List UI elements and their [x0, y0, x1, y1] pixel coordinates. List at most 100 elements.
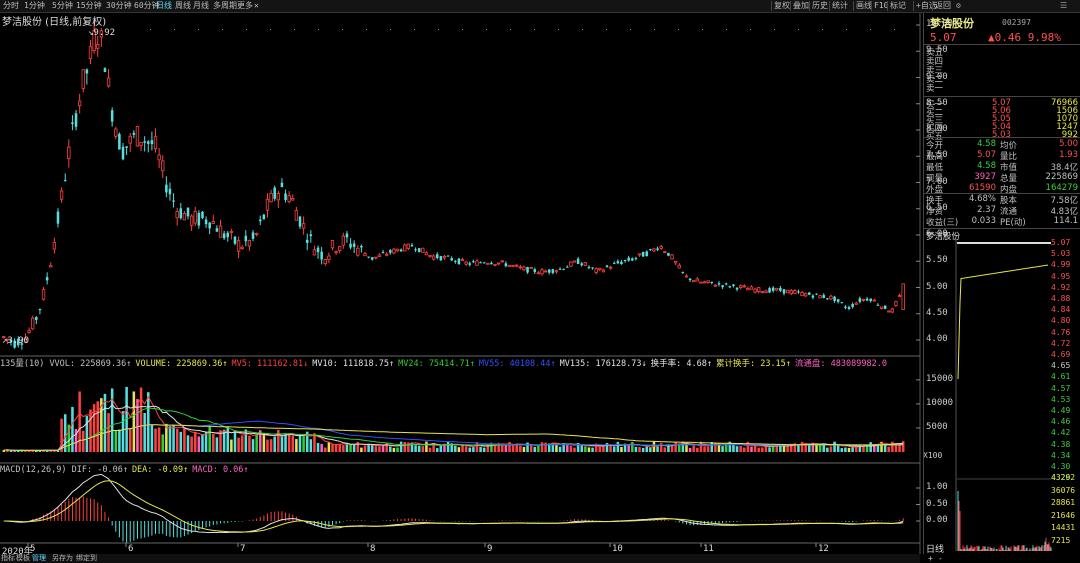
mini-price-tick: 4.65: [1051, 361, 1071, 371]
volume-bar: [287, 433, 291, 452]
volume-bar: [352, 444, 356, 452]
volume-bar: [226, 427, 230, 452]
bottom-tab-manage[interactable]: 管理: [32, 554, 46, 563]
volume-bar: [280, 435, 284, 452]
last-price: 5.07: [930, 31, 957, 44]
candle: [208, 222, 211, 235]
tab-daily[interactable]: 日线: [156, 1, 172, 11]
candle: [298, 215, 302, 229]
volume-bar: [327, 442, 331, 452]
candle: [702, 280, 707, 284]
volume-bar: [313, 433, 316, 452]
candle: [724, 282, 728, 286]
candle: [749, 285, 754, 290]
volume-bar: [482, 447, 486, 452]
candle: [511, 264, 515, 268]
volume-bar: [157, 427, 161, 452]
adjust-button[interactable]: 复权: [774, 1, 790, 11]
volume-bar: [696, 447, 699, 452]
indicator-value: MACD: 0.06↑: [192, 465, 249, 475]
volume-bar: [605, 443, 609, 452]
ask-level-label: 卖一: [926, 84, 944, 94]
volume-bar: [739, 446, 742, 452]
bottom-tab-bind-to[interactable]: 绑定到: [76, 554, 97, 563]
bottom-tab-save-as[interactable]: 另存为: [52, 554, 73, 563]
month-label: 12: [818, 544, 829, 554]
volume-bar: [663, 447, 667, 452]
mark-button[interactable]: 标记: [890, 1, 906, 11]
overlay-button[interactable]: 叠加: [793, 1, 809, 11]
candle: [403, 243, 407, 252]
tab-multi-period[interactable]: 多周期: [213, 1, 237, 11]
tab-more[interactable]: 更多: [237, 1, 253, 11]
candle: [399, 248, 403, 252]
candle: [172, 193, 175, 208]
tab-weekly[interactable]: 周线: [175, 1, 191, 11]
candle: [67, 139, 71, 168]
gear-icon[interactable]: ⚙: [956, 1, 961, 11]
candle: [284, 189, 287, 203]
chart-canvas[interactable]: [0, 0, 922, 563]
candle: [381, 249, 385, 254]
draw-button[interactable]: 画线: [856, 1, 872, 11]
candle: [572, 260, 577, 263]
volume-bar: [598, 446, 602, 452]
candle: [77, 93, 82, 114]
close-icon[interactable]: ✕: [254, 1, 259, 11]
candle: [392, 247, 396, 255]
volume-bar: [435, 448, 439, 452]
candle: [327, 252, 331, 264]
candle: [699, 281, 703, 284]
indicator-value: MV135: 176128.73↓: [559, 359, 647, 369]
tab-intraday[interactable]: 分时: [3, 1, 19, 11]
candle: [276, 190, 280, 209]
tab-15min[interactable]: 15分钟: [76, 1, 102, 11]
candle: [201, 210, 204, 220]
candle: [132, 130, 136, 139]
menu-icon[interactable]: ☰: [1060, 1, 1067, 11]
history-button[interactable]: 历史: [812, 1, 828, 11]
candle: [374, 256, 378, 260]
volume-bar: [786, 446, 789, 452]
candle: [370, 257, 374, 261]
bottom-tab-template[interactable]: 模板: [16, 554, 30, 563]
volume-bar: [612, 446, 616, 452]
add-watchlist-button[interactable]: +自选: [916, 1, 937, 11]
candle: [645, 250, 649, 257]
candle: [143, 136, 146, 152]
volume-bar: [674, 442, 677, 452]
tab-monthly[interactable]: 月线: [193, 1, 209, 11]
volume-bar: [183, 427, 186, 452]
zoom-in-icon[interactable]: +: [928, 554, 933, 563]
back-button[interactable]: 返回: [935, 1, 951, 11]
bottom-tab-indicator[interactable]: 指标: [1, 554, 15, 563]
candle: [410, 242, 414, 247]
volume-bar: [425, 441, 428, 452]
candle: [620, 259, 623, 265]
candle: [106, 68, 111, 88]
stats-button[interactable]: 统计: [832, 1, 848, 11]
candle: [533, 267, 537, 275]
volume-bar: [616, 441, 620, 452]
indicator-value: 换手率: 4.68↑: [650, 359, 712, 369]
price-change: ▲0.46 9.98%: [988, 31, 1061, 44]
stat-value: 0.033: [971, 216, 996, 226]
candle: [789, 289, 793, 296]
volume-bar: [150, 424, 154, 452]
volume-bar: [266, 439, 269, 452]
volume-bar: [750, 446, 753, 452]
tab-5min[interactable]: 5分钟: [52, 1, 73, 11]
candle: [861, 298, 866, 302]
candle: [468, 261, 472, 267]
tab-1min[interactable]: 1分钟: [24, 1, 45, 11]
stat-label: PE(动): [1000, 218, 1026, 228]
tab-30min[interactable]: 30分钟: [106, 1, 132, 11]
candle: [883, 305, 887, 310]
candle: [352, 240, 356, 254]
volume-bar: [464, 446, 468, 452]
zoom-out-icon[interactable]: -: [938, 554, 943, 563]
volume-bar: [273, 436, 276, 452]
volume-bar: [454, 445, 457, 452]
candle: [363, 251, 367, 257]
volume-bar: [833, 441, 836, 452]
